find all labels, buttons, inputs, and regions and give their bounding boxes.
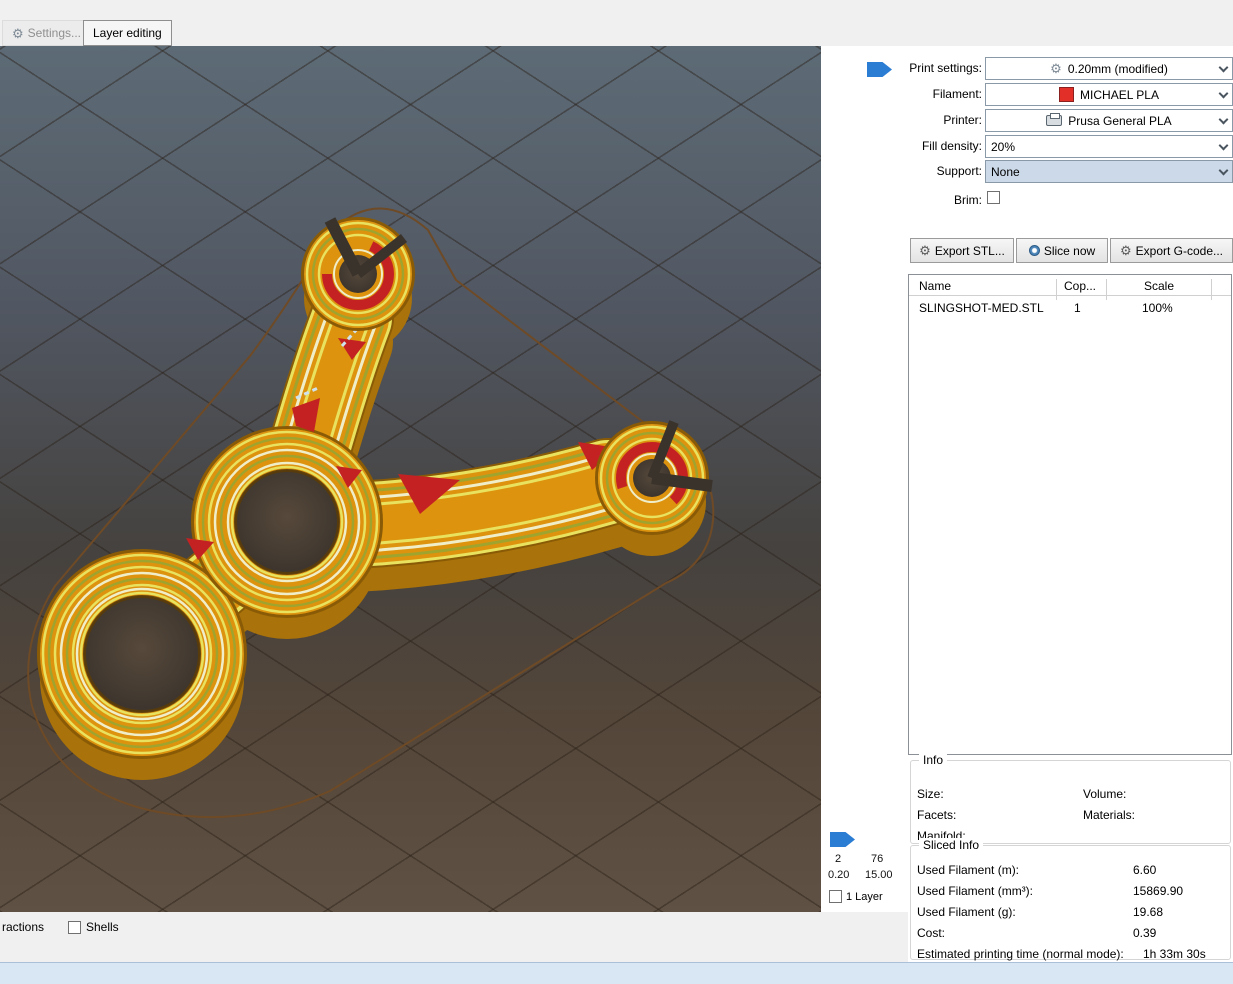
tab-layer-editing[interactable]: Layer editing xyxy=(83,20,172,46)
tab-settings-label: Settings... xyxy=(27,26,82,40)
shells-label: Shells xyxy=(86,920,119,934)
interactions-toggle[interactable]: ractions xyxy=(2,920,44,934)
brim-label: Brim: xyxy=(954,193,982,207)
one-layer-toggle[interactable]: 1 Layer xyxy=(829,890,883,903)
brim-checkbox[interactable] xyxy=(987,191,1000,204)
tab-settings[interactable]: ⚙ Settings... xyxy=(2,20,92,46)
sliced-info-title: Sliced Info xyxy=(919,838,984,852)
used-filament-g-value: 19.68 xyxy=(1133,905,1164,919)
info-title: Info xyxy=(919,753,948,767)
slice-now-label: Slice now xyxy=(1043,243,1096,258)
cost-label: Cost: xyxy=(917,926,946,940)
status-bar xyxy=(0,962,1233,984)
print-settings-label: Print settings: xyxy=(909,61,982,75)
object-list-table: Name Cop... Scale SLINGSHOT-MED.STL 1 10… xyxy=(908,274,1232,755)
slicer-window: ⚙ Settings... Layer editing 2 76 0.20 15… xyxy=(0,0,1233,984)
filament-row: Filament: MICHAEL PLA xyxy=(908,83,1233,106)
printer-label: Printer: xyxy=(943,113,982,127)
layer-slider-min-handle[interactable] xyxy=(830,832,855,847)
tab-layer-editing-label: Layer editing xyxy=(93,26,162,40)
gear-icon: ⚙ xyxy=(919,243,931,258)
brim-row: Brim: xyxy=(908,189,1233,212)
gear-icon: ⚙ xyxy=(1050,61,1062,76)
fill-density-value: 20% xyxy=(991,139,1016,154)
sliced-info-groupbox: Sliced Info Used Filament (m): 6.60 Used… xyxy=(910,838,1231,961)
right-panel: Print settings: ⚙ 0.20mm (modified) Fila… xyxy=(908,46,1233,962)
printer-combobox[interactable]: Prusa General PLA xyxy=(985,109,1233,132)
print-settings-row: Print settings: ⚙ 0.20mm (modified) xyxy=(908,57,1233,80)
print-time-label: Estimated printing time (normal mode): xyxy=(917,947,1124,961)
facets-label: Facets: xyxy=(917,808,957,822)
slice-now-button[interactable]: Slice now xyxy=(1016,238,1108,263)
chevron-down-icon xyxy=(1218,62,1229,73)
export-gcode-label: Export G-code... xyxy=(1135,243,1224,258)
filament-value: MICHAEL PLA xyxy=(1080,87,1159,102)
chevron-down-icon xyxy=(1218,114,1229,125)
view-options-bar: ractions Shells xyxy=(0,912,908,962)
interactions-label: ractions xyxy=(2,920,45,934)
filament-label: Filament: xyxy=(932,87,982,101)
object-scale-cell: 100% xyxy=(1142,301,1173,315)
printer-icon xyxy=(1046,113,1063,126)
gear-icon: ⚙ xyxy=(1119,243,1132,258)
column-header-copies[interactable]: Cop... xyxy=(1064,279,1096,293)
export-stl-button[interactable]: ⚙ Export STL... xyxy=(910,238,1014,263)
volume-label: Volume: xyxy=(1083,787,1127,801)
print-time-value: 1h 33m 30s xyxy=(1143,947,1206,961)
fill-density-row: Fill density: 20% xyxy=(908,135,1233,158)
used-filament-m-value: 6.60 xyxy=(1133,863,1157,877)
gear-icon: ⚙ xyxy=(12,25,24,41)
support-label: Support: xyxy=(936,164,982,178)
used-filament-m-label: Used Filament (m): xyxy=(917,863,1020,877)
fill-density-combobox[interactable]: 20% xyxy=(985,135,1233,158)
shells-toggle[interactable]: Shells xyxy=(68,920,119,934)
export-stl-label: Export STL... xyxy=(934,243,1005,258)
used-filament-mm3-label: Used Filament (mm³): xyxy=(917,884,1034,898)
object-copies-cell: 1 xyxy=(1074,301,1081,315)
size-label: Size: xyxy=(917,787,944,801)
filament-combobox[interactable]: MICHAEL PLA xyxy=(985,83,1233,106)
action-buttons-row: ⚙ Export STL... Slice now ⚙ Export G-cod… xyxy=(908,238,1233,263)
3d-viewport[interactable] xyxy=(0,46,821,912)
cost-value: 0.39 xyxy=(1133,926,1157,940)
materials-label: Materials: xyxy=(1083,808,1136,822)
chevron-down-icon xyxy=(1218,165,1229,176)
one-layer-checkbox[interactable] xyxy=(829,890,842,903)
printer-row: Printer: Prusa General PLA xyxy=(908,109,1233,132)
table-row[interactable]: SLINGSHOT-MED.STL 1 100% xyxy=(909,297,1231,317)
one-layer-label: 1 Layer xyxy=(846,890,883,903)
min-z-height: 0.20 xyxy=(828,869,850,881)
object-name-cell: SLINGSHOT-MED.STL xyxy=(919,301,1044,315)
sliced-model-preview xyxy=(27,207,715,819)
shells-checkbox[interactable] xyxy=(68,920,81,934)
export-gcode-button[interactable]: ⚙ Export G-code... xyxy=(1110,238,1233,263)
used-filament-mm3-value: 15869.90 xyxy=(1133,884,1184,898)
print-settings-combobox[interactable]: ⚙ 0.20mm (modified) xyxy=(985,57,1233,80)
object-table-header: Name Cop... Scale xyxy=(909,275,1231,300)
print-settings-value: 0.20mm (modified) xyxy=(1067,61,1168,76)
layer-slider-column: 2 76 0.20 15.00 1 Layer xyxy=(821,46,908,912)
used-filament-g-label: Used Filament (g): xyxy=(917,905,1016,919)
column-header-name[interactable]: Name xyxy=(919,279,951,293)
layer-slider-max-handle[interactable] xyxy=(867,62,892,77)
chevron-down-icon xyxy=(1218,88,1229,99)
min-layer-number: 2 xyxy=(835,853,842,865)
filament-color-swatch xyxy=(1059,87,1075,102)
fill-density-label: Fill density: xyxy=(921,139,982,153)
column-header-scale[interactable]: Scale xyxy=(1144,279,1174,293)
slice-icon xyxy=(1028,245,1040,256)
tab-bar: ⚙ Settings... Layer editing xyxy=(0,0,1233,46)
support-row: Support: None xyxy=(908,160,1233,183)
support-value: None xyxy=(991,164,1020,179)
support-combobox[interactable]: None xyxy=(985,160,1233,183)
max-z-height: 15.00 xyxy=(865,869,893,881)
info-groupbox: Info Size: Volume: Facets: Materials: Ma… xyxy=(910,753,1231,844)
max-layer-number: 76 xyxy=(871,853,884,865)
printer-value: Prusa General PLA xyxy=(1068,113,1172,128)
chevron-down-icon xyxy=(1218,140,1229,151)
